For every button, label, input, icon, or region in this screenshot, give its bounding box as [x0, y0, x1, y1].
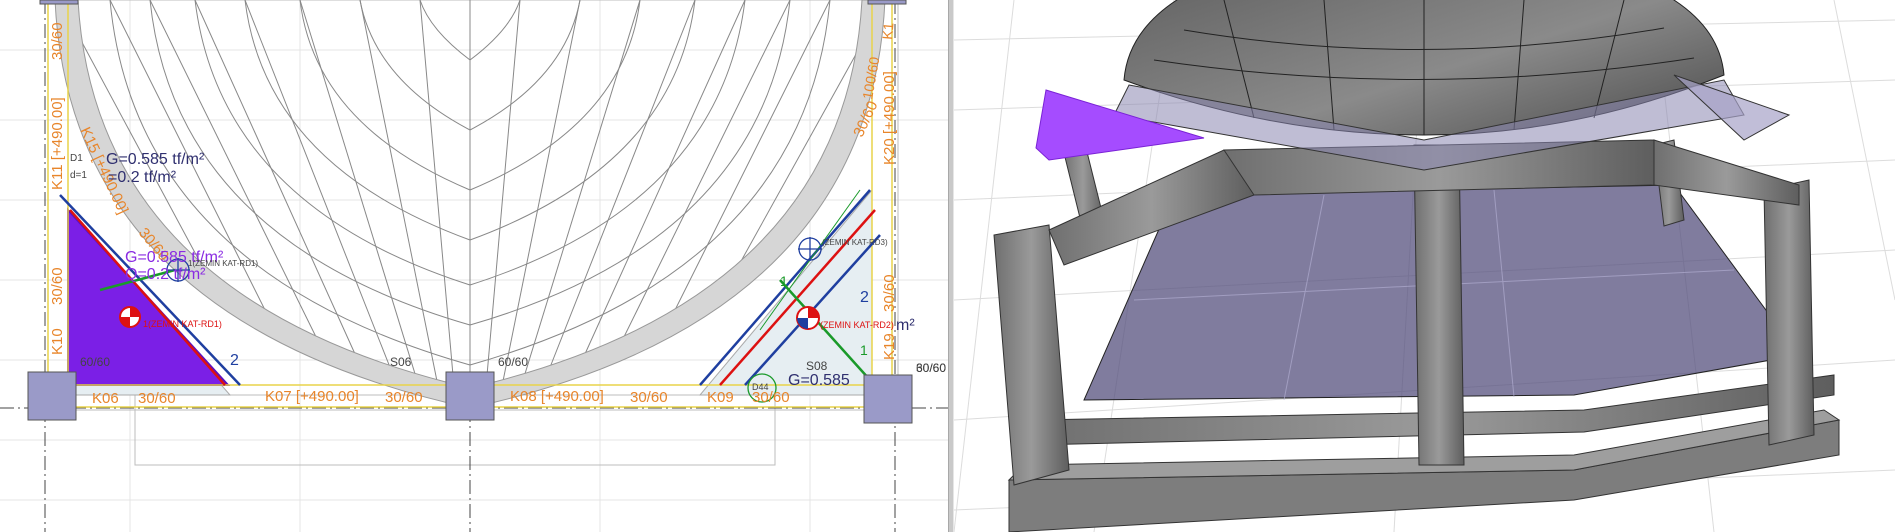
slab-tag-d44: D44 [752, 382, 769, 392]
rebar-num-1b: 1 [860, 342, 868, 358]
beam-size-k07: 30/60 [385, 389, 423, 406]
model-canvas[interactable] [954, 0, 1895, 532]
column-top-left[interactable] [39, 0, 79, 5]
column-size-c2: 60/60 [498, 355, 528, 369]
slab-label-s08[interactable]: S08 [806, 359, 828, 373]
beam-label-k06[interactable]: K06 [92, 390, 119, 407]
column-front-mid[interactable] [1413, 144, 1465, 466]
load-q-top: =0.2 tf/m² [108, 169, 177, 186]
beam-size-k10: 30/60 [49, 267, 66, 305]
model-3d-view[interactable] [954, 0, 1895, 532]
load-g-top: G=0.585 tf/m² [106, 151, 205, 168]
load-m2-right: m² [896, 317, 915, 334]
marker-label-rd2: (ZEMIN KAT-RD2) [820, 320, 894, 330]
beam-size-k08: 30/60 [630, 389, 668, 406]
beam-label-k11[interactable]: K11 [+490.00] [49, 97, 66, 190]
load-g-right: G=0.585 [788, 372, 850, 389]
beam-label-k10[interactable]: K10 [49, 328, 66, 355]
slab-tag-d1-sub: d=1 [70, 170, 87, 181]
column-c3[interactable] [863, 374, 913, 424]
column-front-right[interactable] [1763, 179, 1815, 446]
load-q-mid: Q=0.2 tf/m² [125, 266, 206, 283]
beam-label-k09[interactable]: K09 [707, 389, 734, 406]
slab-tag-d1: D1 [70, 153, 83, 164]
rebar-num-2b: 2 [860, 289, 869, 306]
column-c1[interactable] [27, 371, 77, 421]
beam-label-k08[interactable]: K08 [+490.00] [510, 388, 604, 405]
column-size-c3: 60/60 [916, 361, 946, 375]
marker-label-rd1-b: 1(ZEMIN KAT-RD1) [188, 259, 258, 268]
plan-view[interactable]: K06 30/60 K07 [+490.00] 30/60 K08 [+490.… [0, 0, 948, 532]
beam-size-k19: 30/60 [881, 274, 898, 312]
marker-label-rd3: (ZEMIN KAT-RD3) [822, 238, 888, 247]
beam-size-k06: 30/60 [138, 390, 176, 407]
beam-label-k07[interactable]: K07 [+490.00] [265, 388, 359, 405]
column-top-right[interactable] [867, 0, 907, 5]
beam-size-k11: 30/60 [49, 22, 66, 60]
beam-label-k-top-right[interactable]: K1 [879, 22, 896, 41]
slab-label-s06[interactable]: S06 [390, 355, 412, 369]
beam-label-k20[interactable]: K20 [+490.00] [881, 71, 898, 165]
beam-label-k19[interactable]: K19 [881, 333, 898, 360]
rebar-num-1: 1 [780, 273, 788, 289]
column-front-left[interactable] [993, 224, 1070, 486]
rebar-num-2a: 2 [230, 352, 239, 369]
column-c2[interactable] [445, 371, 495, 421]
column-size-c1: 60/60 [80, 355, 110, 369]
marker-label-rd1-a: 1(ZEMIN KAT-RD1) [143, 319, 222, 329]
plan-canvas[interactable]: K06 30/60 K07 [+490.00] 30/60 K08 [+490.… [0, 0, 948, 532]
